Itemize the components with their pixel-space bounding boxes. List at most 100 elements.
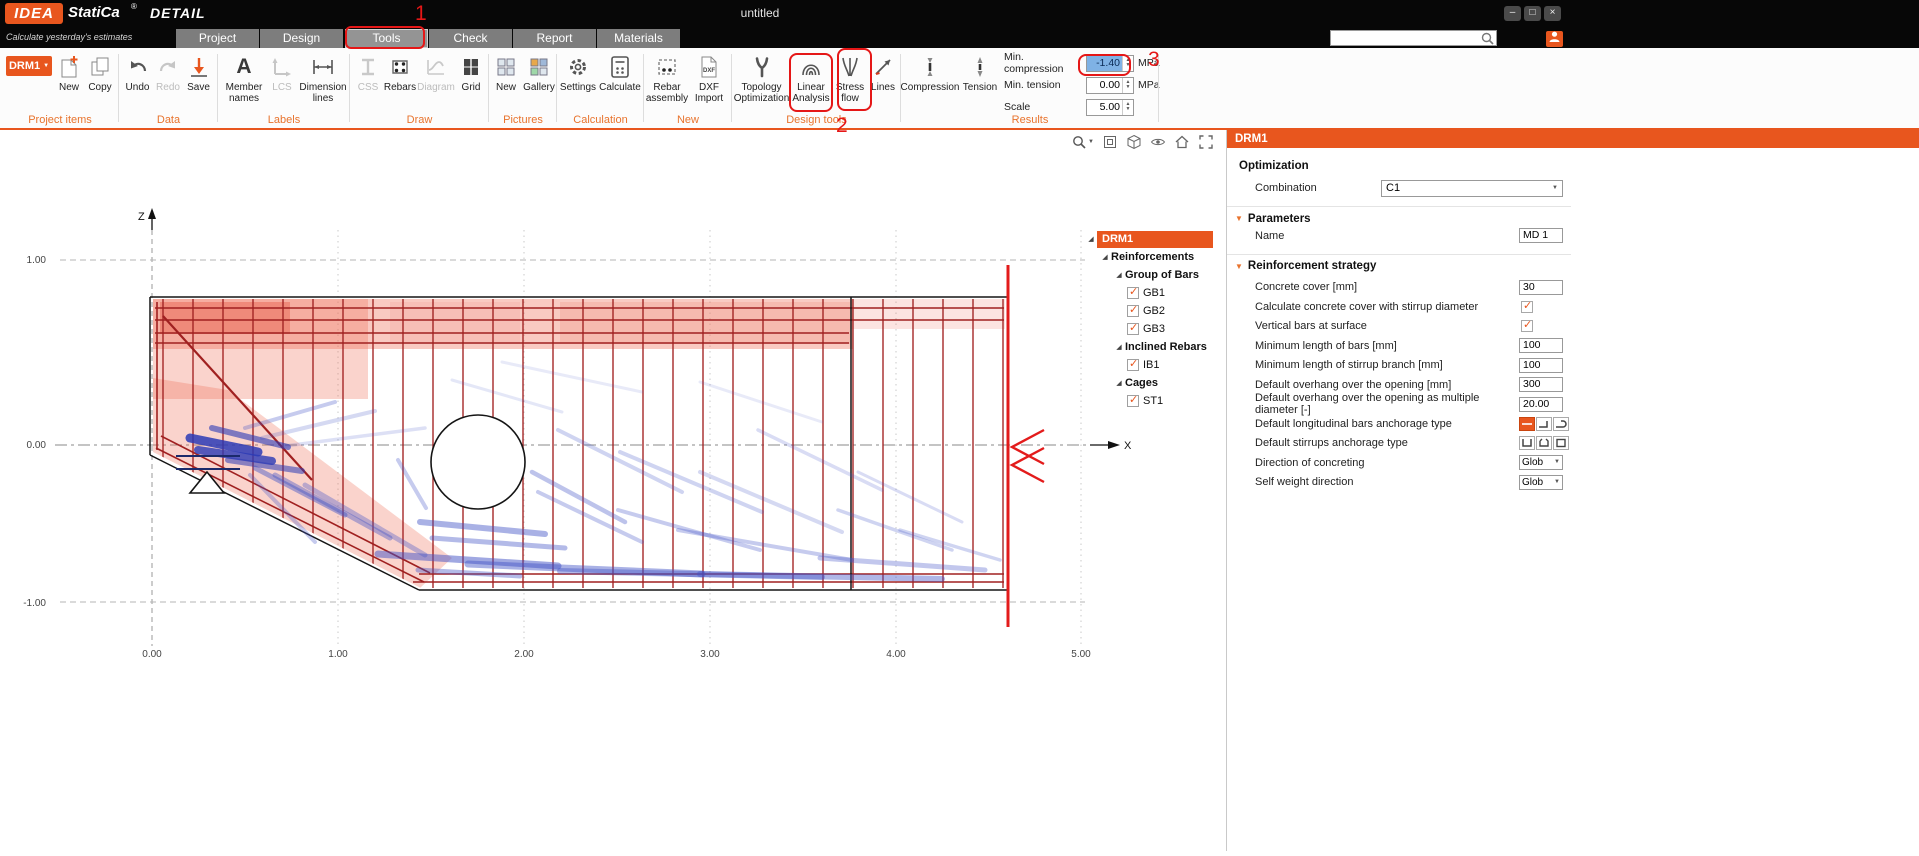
- tree-item-ib1[interactable]: ✓ IB1: [1085, 356, 1213, 374]
- dimension-lines-button[interactable]: Dimension lines: [297, 50, 349, 104]
- spinner-arrows[interactable]: ▲▼: [1122, 78, 1133, 93]
- chevron-down-icon: ▼: [1088, 139, 1094, 145]
- user-account-button[interactable]: [1546, 31, 1563, 47]
- lcs-button[interactable]: LCS: [267, 50, 297, 93]
- stirrup-open-button[interactable]: [1519, 436, 1535, 450]
- linear-analysis-button[interactable]: Linear Analysis: [790, 50, 832, 104]
- member-names-button[interactable]: A Member names: [221, 50, 267, 104]
- topology-optimization-button[interactable]: Topology Optimization: [733, 50, 790, 104]
- anchorage-hook-180-button[interactable]: [1553, 417, 1569, 431]
- tab-check[interactable]: Check: [429, 29, 512, 48]
- vertical-bars-checkbox[interactable]: ✓: [1521, 320, 1533, 332]
- stirrup-hook-button[interactable]: [1536, 436, 1552, 450]
- checkbox-gb1[interactable]: ✓: [1127, 287, 1139, 299]
- rebars-button[interactable]: Rebars: [383, 50, 417, 93]
- ribbon-group-project-items: DRM1 ▼ New Copy Project items: [2, 48, 118, 127]
- checkbox-st1[interactable]: ✓: [1127, 395, 1139, 407]
- combination-select[interactable]: C1 ▼: [1381, 180, 1563, 197]
- tab-tools[interactable]: Tools: [345, 29, 428, 48]
- name-field[interactable]: MD 1: [1519, 228, 1563, 243]
- diagram-button[interactable]: Diagram: [417, 50, 455, 93]
- min-tension-value[interactable]: 0.00: [1087, 78, 1122, 93]
- tab-design[interactable]: Design: [260, 29, 343, 48]
- redo-icon: [156, 52, 180, 82]
- project-item-selector[interactable]: DRM1 ▼: [6, 56, 52, 76]
- fullscreen-icon[interactable]: [1198, 134, 1214, 150]
- overhang-opening-field[interactable]: 300: [1519, 377, 1563, 392]
- overhang-multiple-field[interactable]: 20.00: [1519, 397, 1563, 412]
- redo-button[interactable]: Redo: [153, 50, 183, 93]
- section-parameters[interactable]: ▼ Parameters: [1227, 206, 1571, 226]
- lines-button[interactable]: Lines: [868, 50, 898, 93]
- model-canvas[interactable]: Z X 1.00 0.00 -1.00 0.00 1.00 2.00 3.00 …: [0, 130, 1225, 851]
- concrete-cover-field[interactable]: 30: [1519, 280, 1563, 295]
- spinner-arrows[interactable]: ▲▼: [1122, 56, 1133, 71]
- new-project-item-button[interactable]: New: [54, 50, 84, 93]
- stirrup-closed-button[interactable]: [1553, 436, 1569, 450]
- zoom-dropdown[interactable]: ▼: [1072, 135, 1094, 150]
- new-picture-icon: [494, 52, 518, 82]
- view-cube-icon[interactable]: [1126, 134, 1142, 150]
- tree-item-group-of-bars[interactable]: ◢ Group of Bars: [1085, 266, 1213, 284]
- direction-of-concreting-select[interactable]: Glob ▼: [1519, 455, 1563, 470]
- tension-button[interactable]: Tension: [958, 50, 1002, 93]
- minimize-button[interactable]: –: [1504, 6, 1521, 21]
- tagline: Calculate yesterday's estimates: [6, 32, 132, 42]
- undo-button[interactable]: Undo: [122, 50, 153, 93]
- tab-project[interactable]: Project: [176, 29, 259, 48]
- checkbox-gb2[interactable]: ✓: [1127, 305, 1139, 317]
- checkbox-gb3[interactable]: ✓: [1127, 323, 1139, 335]
- spinner-down-icon: ▼: [1126, 85, 1131, 90]
- close-button[interactable]: ×: [1544, 6, 1561, 21]
- stress-flow-button[interactable]: Stress flow: [832, 50, 868, 104]
- fit-view-icon[interactable]: [1102, 134, 1118, 150]
- calc-cover-checkbox[interactable]: ✓: [1521, 301, 1533, 313]
- calculate-button[interactable]: Calculate: [598, 50, 642, 93]
- tree-item-gb3[interactable]: ✓ GB3: [1085, 320, 1213, 338]
- tree-item-gb1[interactable]: ✓ GB1: [1085, 284, 1213, 302]
- tree-item-gb2[interactable]: ✓ GB2: [1085, 302, 1213, 320]
- tree-root-drm1[interactable]: DRM1: [1097, 231, 1213, 248]
- grid-button[interactable]: Grid: [455, 50, 487, 93]
- anchorage-hook-90-button[interactable]: [1536, 417, 1552, 431]
- checkbox-ib1[interactable]: ✓: [1127, 359, 1139, 371]
- tree-item-reinforcements[interactable]: ◢ Reinforcements: [1085, 248, 1213, 266]
- copy-project-item-button[interactable]: Copy: [84, 50, 116, 93]
- scale-spinner[interactable]: 5.00 ▲▼: [1086, 99, 1134, 116]
- group-label: Labels: [219, 114, 349, 126]
- dxf-import-button[interactable]: DXF DXF Import: [689, 50, 729, 104]
- tab-report[interactable]: Report: [513, 29, 596, 48]
- settings-button[interactable]: Settings: [558, 50, 598, 93]
- scale-value[interactable]: 5.00: [1087, 100, 1122, 115]
- visibility-icon[interactable]: [1150, 134, 1166, 150]
- min-bar-length-field[interactable]: 100: [1519, 338, 1563, 353]
- min-compression-spinner[interactable]: -1.40 ▲▼: [1086, 55, 1134, 72]
- self-weight-direction-select[interactable]: Glob ▼: [1519, 475, 1563, 490]
- min-compression-value[interactable]: -1.40: [1087, 56, 1122, 71]
- new-picture-button[interactable]: New: [490, 50, 522, 93]
- compression-button[interactable]: Compression: [902, 50, 958, 93]
- tree-item-cages[interactable]: ◢ Cages: [1085, 374, 1213, 392]
- gallery-button[interactable]: Gallery: [522, 50, 556, 93]
- anchorage-straight-button[interactable]: [1519, 417, 1535, 431]
- opening-circle: [431, 415, 525, 509]
- tree-item-st1[interactable]: ✓ ST1: [1085, 392, 1213, 410]
- home-icon[interactable]: [1174, 134, 1190, 150]
- tab-materials[interactable]: Materials: [597, 29, 680, 48]
- tree-item-inclined-rebars[interactable]: ◢ Inclined Rebars: [1085, 338, 1213, 356]
- css-button[interactable]: CSS: [353, 50, 383, 93]
- expander-icon[interactable]: ◢: [1085, 235, 1097, 243]
- ribbon-group-labels: A Member names LCS Dimension lines Label…: [219, 48, 349, 127]
- min-tension-spinner[interactable]: 0.00 ▲▼: [1086, 77, 1134, 94]
- spinner-arrows[interactable]: ▲▼: [1122, 100, 1133, 115]
- min-stirrup-branch-field[interactable]: 100: [1519, 358, 1563, 373]
- group-label: Calculation: [558, 114, 643, 126]
- dimension-lines-icon: [310, 52, 336, 82]
- search-box[interactable]: [1330, 30, 1497, 46]
- maximize-button[interactable]: □: [1524, 6, 1541, 21]
- idea-logo: IDEA: [5, 3, 63, 24]
- rebar-assembly-button[interactable]: Rebar assembly: [645, 50, 689, 104]
- save-button[interactable]: Save: [183, 50, 214, 93]
- search-input[interactable]: [1331, 32, 1481, 45]
- section-reinforcement-strategy[interactable]: ▼ Reinforcement strategy: [1227, 254, 1571, 274]
